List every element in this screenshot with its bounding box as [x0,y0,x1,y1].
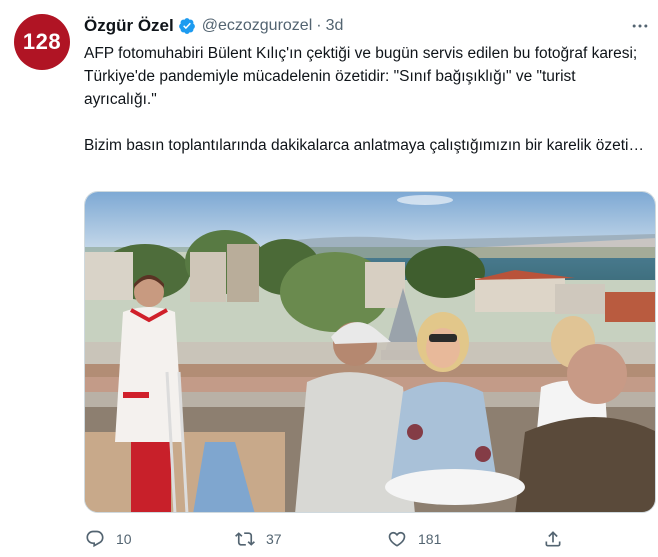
photo-image [85,192,655,512]
reply-button[interactable]: 10 [84,526,132,552]
verified-badge-icon [178,17,196,35]
like-button[interactable]: 181 [386,526,441,552]
header-separator: · [316,17,322,34]
tweet-paragraph-2: Bizim basın toplantılarında dakikalarca … [84,137,644,154]
tweet-text: AFP fotomuhabiri Bülent Kılıç'ın çektiği… [84,42,644,157]
share-icon [542,528,564,550]
tweet-actions: 10 37 181 [84,526,644,552]
retweet-count: 37 [266,531,282,547]
tweet-paragraph-1: AFP fotomuhabiri Bülent Kılıç'ın çektiği… [84,45,638,108]
tweet-photo[interactable] [84,191,656,513]
reply-count: 10 [116,531,132,547]
avatar-label: 128 [22,29,62,54]
share-button[interactable] [542,526,564,552]
reply-icon [84,528,106,550]
heart-icon [386,528,408,550]
retweet-button[interactable]: 37 [234,526,282,552]
tweet[interactable]: 128 Özgür Özel @eczozgurozel · 3d AFP fo… [0,0,658,557]
like-count: 181 [418,531,442,547]
author-name[interactable]: Özgür Özel [84,16,174,36]
tweet-header: Özgür Özel @eczozgurozel · 3d [84,14,343,38]
tweet-timestamp[interactable]: 3d [326,17,344,35]
retweet-icon [234,528,256,550]
author-handle[interactable]: @eczozgurozel [202,17,313,35]
more-options-icon[interactable] [628,14,652,38]
avatar[interactable]: 128 [14,14,70,70]
